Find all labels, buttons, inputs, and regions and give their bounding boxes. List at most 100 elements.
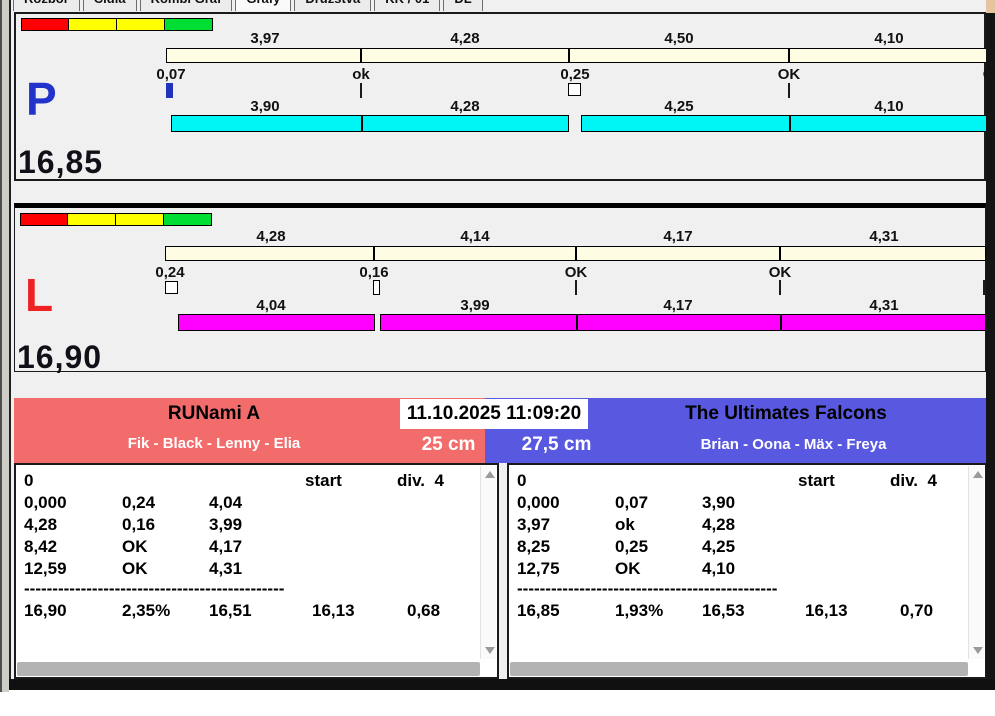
p-exchange-label-3: 0,25 xyxy=(560,66,590,83)
scroll-down-icon[interactable] xyxy=(973,647,983,654)
table-total-cell: 16,85 xyxy=(517,601,560,620)
scroll-up-icon[interactable] xyxy=(485,471,495,478)
p-start-marker xyxy=(166,83,173,98)
tab-druzstva[interactable]: Družstva xyxy=(294,0,372,11)
tab-cidla[interactable]: Cidla xyxy=(82,0,137,11)
l-run-bar-segment xyxy=(178,314,375,331)
table-cell: OK xyxy=(615,559,641,578)
table-header-cell: start xyxy=(305,471,342,490)
table-cell: 8,25 xyxy=(517,537,551,556)
p-exchange-label-2: ok xyxy=(352,66,370,83)
table-total-cell: 16,13 xyxy=(805,601,848,620)
table-total-cell: 16,13 xyxy=(312,601,355,620)
tab-kk-01[interactable]: KK / 01 xyxy=(374,0,441,11)
table-cell: 4,28 xyxy=(702,515,736,534)
window-bottom-border xyxy=(9,679,995,690)
legend-yellow-swatch xyxy=(69,18,117,31)
p-lower-split-2: 4,28 xyxy=(450,98,480,115)
vertical-scrollbar[interactable] xyxy=(480,466,496,659)
left-team-hurdle-height: 25 cm xyxy=(421,434,476,455)
p-lower-split-4: 4,10 xyxy=(874,98,904,115)
table-total-cell: 16,90 xyxy=(24,601,67,620)
scroll-down-icon[interactable] xyxy=(485,647,495,654)
segment-divider xyxy=(779,247,781,260)
datetime-display: 11.10.2025 11:09:20 xyxy=(400,399,588,429)
l-upper-split-2: 4,14 xyxy=(460,228,490,245)
table-cell: 0,24 xyxy=(122,493,156,512)
p-tick-marker xyxy=(788,83,790,98)
legend-green-swatch xyxy=(164,213,212,226)
table-cell: 12,59 xyxy=(24,559,67,578)
speed-legend xyxy=(21,18,213,31)
horizontal-scrollbar[interactable] xyxy=(510,662,968,676)
table-header-cell: div. 4 xyxy=(890,471,937,490)
horizontal-scrollbar[interactable] xyxy=(17,662,480,676)
table-cell: OK xyxy=(122,537,148,556)
segment-divider xyxy=(361,116,363,131)
l-upper-split-3: 4,17 xyxy=(663,228,693,245)
l-lane-letter: L xyxy=(25,269,54,321)
scroll-up-icon[interactable] xyxy=(973,471,983,478)
right-team-results-table: 0 start div. 4 0,000 0,07 3,90 3,97 ok 4… xyxy=(507,463,986,679)
l-exchange-label-3: OK xyxy=(564,264,588,281)
table-cell: 4,10 xyxy=(702,559,736,578)
table-total-cell: 0,70 xyxy=(900,601,934,620)
p-run-bar-segment xyxy=(171,115,569,132)
l-exchange-marker xyxy=(373,280,380,295)
right-team-members: Brian - Oona - Mäx - Freya xyxy=(700,436,887,453)
p-exchange-label-4: OK xyxy=(777,66,801,83)
p-upper-split-4: 4,10 xyxy=(874,30,904,47)
tab-bar: Rozbor Cidla Kombi Graf Grafy Družstva K… xyxy=(13,0,943,11)
speed-legend xyxy=(20,213,212,226)
p-lane-letter: P xyxy=(26,73,57,125)
table-total-cell: 16,51 xyxy=(209,601,252,620)
left-team-name: RUNami A xyxy=(167,403,261,424)
l-reference-bar xyxy=(165,246,986,261)
table-cell: 4,04 xyxy=(209,493,243,512)
lane-panel-left: 4,28 4,14 4,17 4,31 0,24 0,16 OK OK -- 4… xyxy=(14,203,986,375)
l-lower-split-1: 4,04 xyxy=(256,297,286,314)
vertical-scrollbar[interactable] xyxy=(968,466,984,659)
table-total-cell: 1,93% xyxy=(615,601,664,620)
l-exchange-checkbox[interactable] xyxy=(165,281,178,294)
legend-green-swatch xyxy=(165,18,213,31)
table-cell: 4,17 xyxy=(209,537,243,556)
table-header-cell: start xyxy=(798,471,835,490)
table-header-cell: div. 4 xyxy=(397,471,444,490)
app-window: Rozbor Cidla Kombi Graf Grafy Družstva K… xyxy=(9,0,986,679)
l-run-bar-segment xyxy=(380,314,986,331)
segment-divider xyxy=(789,116,791,131)
l-exchange-label-5: -- xyxy=(945,264,986,281)
p-total-time: 16,85 xyxy=(18,144,104,180)
table-cell: 0,000 xyxy=(517,493,560,512)
l-upper-split-4: 4,31 xyxy=(869,228,899,245)
legend-red-swatch xyxy=(20,213,68,226)
table-total-cell: 0,68 xyxy=(407,601,441,620)
l-tick-marker xyxy=(983,280,985,295)
p-exchange-checkbox[interactable] xyxy=(568,83,581,96)
table-cell: OK xyxy=(122,559,148,578)
table-cell: 4,25 xyxy=(702,537,736,556)
screen-left-frame xyxy=(2,0,9,692)
lane-panel-right: 3,97 4,28 4,50 4,10 0,07 ok 0,25 OK OK 3… xyxy=(14,12,986,181)
table-cell: 0,000 xyxy=(24,493,67,512)
tab-dl[interactable]: DL xyxy=(443,0,483,11)
segment-divider xyxy=(576,315,578,330)
table-cell: 0,25 xyxy=(615,537,649,556)
table-cell: 8,42 xyxy=(24,537,58,556)
left-team-members: Fik - Black - Lenny - Elia xyxy=(127,435,301,452)
p-upper-split-2: 4,28 xyxy=(450,30,480,47)
tab-grafy[interactable]: Grafy xyxy=(235,0,292,11)
right-team-name: The Ultimates Falcons xyxy=(685,403,887,424)
tab-rozbor[interactable]: Rozbor xyxy=(13,0,80,11)
window-right-border xyxy=(986,13,995,680)
scoreboard: RUNami A Fik - Black - Lenny - Elia 25 c… xyxy=(14,398,986,679)
p-tick-marker xyxy=(360,83,362,98)
segment-divider xyxy=(360,49,362,62)
tab-kombi-graf[interactable]: Kombi Graf xyxy=(139,0,233,11)
table-cell: 0,07 xyxy=(615,493,649,512)
p-lower-split-1: 3,90 xyxy=(250,98,280,115)
table-cell: ok xyxy=(615,515,635,534)
screen: Rozbor Cidla Kombi Graf Grafy Družstva K… xyxy=(0,0,995,716)
segment-divider xyxy=(568,49,570,62)
